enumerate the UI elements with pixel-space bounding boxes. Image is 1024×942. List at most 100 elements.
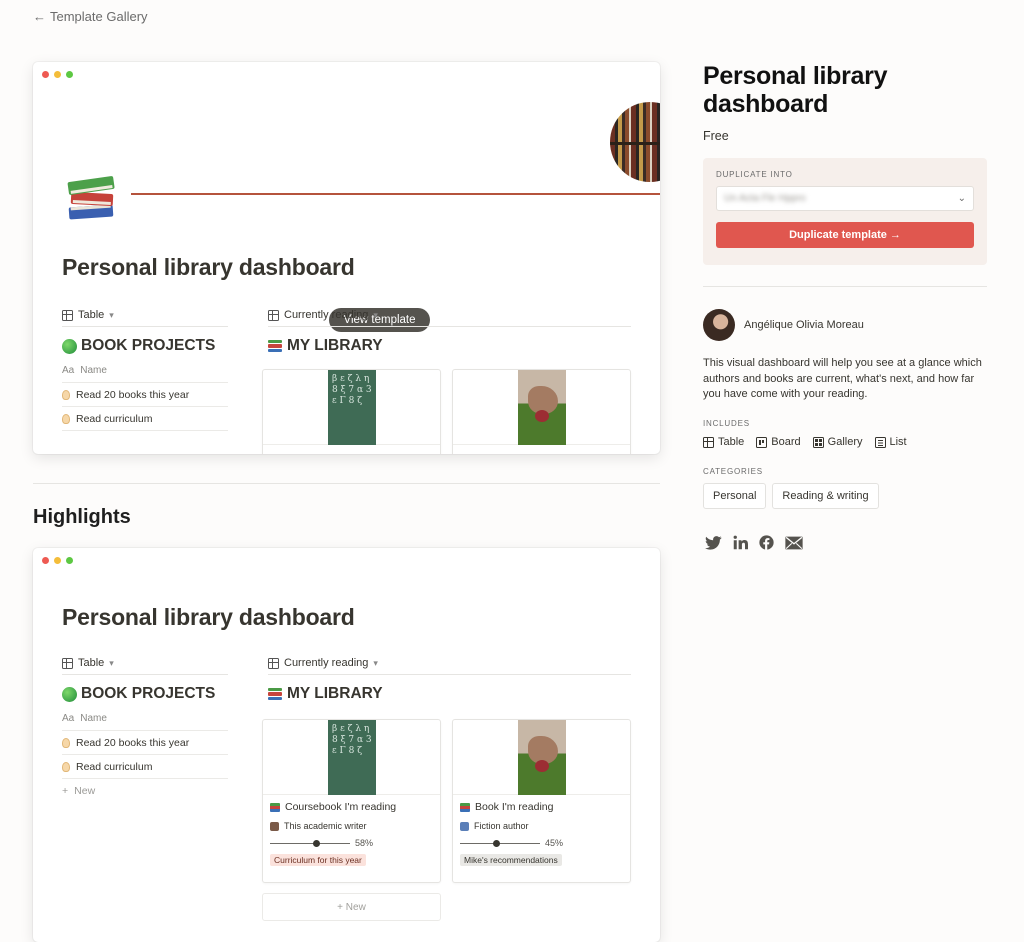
include-gallery: Gallery	[812, 436, 863, 448]
template-preview-window[interactable]: Personal library dashboard View template…	[33, 62, 660, 454]
workspace-select[interactable]: Un Acta Fle Hppro ⌄	[716, 186, 974, 211]
my-library-label: MY LIBRARY	[287, 685, 383, 702]
window-minimize-dot	[54, 557, 61, 564]
gallery-icon	[268, 309, 279, 321]
author-avatar	[270, 821, 279, 831]
gallery-card[interactable]: Book I'm reading Fiction author 45% Mike…	[452, 719, 631, 883]
panel-divider	[703, 286, 987, 287]
my-library-gallery: Currently reading ▾ MY LIBRARY	[268, 304, 631, 355]
card-cover: β ε ζ λ η 8 ξ 7 α 3 ε Γ 8 ζ	[263, 720, 440, 795]
progress-knob	[492, 839, 500, 847]
card-cover	[453, 370, 630, 445]
text-property-icon: Aa	[62, 365, 75, 376]
lightbulb-icon	[62, 761, 70, 772]
db-divider	[268, 674, 631, 675]
facebook-icon[interactable]	[759, 535, 774, 550]
category-personal[interactable]: Personal	[703, 483, 767, 509]
progress-label: 58%	[355, 838, 374, 848]
gallery-view-tab[interactable]: Currently reading ▾	[268, 304, 631, 326]
template-price: Free	[703, 129, 729, 143]
card-title-label: Coursebook I'm reading	[285, 801, 397, 813]
section-divider	[33, 483, 660, 484]
new-card-button[interactable]: + New	[262, 893, 441, 921]
window-controls	[42, 557, 73, 564]
lightbulb-icon	[62, 737, 70, 748]
linkedin-icon[interactable]	[733, 535, 748, 550]
table-row[interactable]: Read curriculum	[62, 407, 228, 431]
plus-icon: +	[62, 785, 69, 797]
include-board: Board	[756, 436, 801, 448]
lightbulb-icon	[62, 413, 70, 424]
table-view-tab[interactable]: Table ▾	[62, 652, 228, 674]
stacked-books-icon	[67, 176, 115, 220]
board-icon	[756, 436, 768, 448]
table-icon	[62, 657, 73, 669]
books-icon	[270, 802, 280, 812]
back-to-gallery-link[interactable]: ← Template Gallery	[33, 9, 148, 24]
dinosaur-image	[518, 370, 566, 445]
book-projects-title: BOOK PROJECTS	[62, 337, 228, 355]
gallery-card[interactable]: β ε ζ λ η 8 ξ 7 α 3 ε Γ 8 ζ	[262, 369, 441, 454]
name-header-label: Name	[80, 713, 107, 724]
table-header-name: Aa Name	[62, 359, 228, 383]
gallery-card[interactable]: β ε ζ λ η 8 ξ 7 α 3 ε Γ 8 ζ Coursebook I…	[262, 719, 441, 883]
row-label: Read curriculum	[76, 412, 153, 425]
gallery-view-label: Currently reading	[284, 309, 369, 321]
gallery-card[interactable]	[452, 369, 631, 454]
new-row-button[interactable]: + New	[62, 779, 228, 803]
twitter-icon[interactable]	[705, 535, 722, 550]
author-info[interactable]: Angélique Olivia Moreau	[703, 309, 864, 341]
books-icon	[268, 687, 283, 701]
card-author: Fiction author	[460, 821, 623, 831]
card-title: Book I'm reading	[460, 801, 623, 813]
email-icon[interactable]	[785, 536, 803, 550]
book-projects-label: BOOK PROJECTS	[81, 685, 216, 702]
db-divider	[268, 326, 631, 327]
duplicate-template-button[interactable]: Duplicate template →	[716, 222, 974, 248]
duplicate-panel: DUPLICATE INTO Un Acta Fle Hppro ⌄ Dupli…	[703, 158, 987, 265]
card-cover	[453, 720, 630, 795]
new-label: New	[345, 901, 366, 913]
category-reading-writing[interactable]: Reading & writing	[772, 483, 879, 509]
my-library-title: MY LIBRARY	[268, 337, 631, 355]
table-icon	[62, 309, 73, 321]
books-icon	[268, 339, 283, 353]
template-title: Personal library dashboard	[703, 62, 888, 118]
chevron-down-icon: ⌄	[957, 193, 966, 204]
chalkboard-image: β ε ζ λ η 8 ξ 7 α 3 ε Γ 8 ζ	[328, 720, 376, 795]
dinosaur-image	[518, 720, 566, 795]
book-projects-table: Table ▾ BOOK PROJECTS Aa Name Read 20 boo…	[62, 304, 228, 431]
author-avatar	[703, 309, 735, 341]
share-links	[705, 535, 803, 550]
list-icon	[874, 436, 886, 448]
author-name: Angélique Olivia Moreau	[744, 319, 864, 331]
include-label: List	[889, 436, 907, 448]
table-view-label: Table	[78, 309, 105, 321]
plus-icon: +	[337, 901, 346, 913]
duplicate-into-label: DUPLICATE INTO	[716, 170, 793, 179]
progress-label: 45%	[545, 838, 564, 848]
table-view-label: Table	[78, 657, 105, 669]
workspace-select-value: Un Acta Fle Hppro	[724, 193, 806, 204]
card-cover: β ε ζ λ η 8 ξ 7 α 3 ε Γ 8 ζ	[263, 370, 440, 445]
table-row[interactable]: Read curriculum	[62, 755, 228, 779]
table-icon	[703, 436, 714, 448]
book-projects-label: BOOK PROJECTS	[81, 337, 216, 354]
row-label: Read 20 books this year	[76, 736, 190, 749]
table-view-tab[interactable]: Table ▾	[62, 304, 228, 326]
db-divider	[62, 326, 228, 327]
window-maximize-dot	[66, 557, 73, 564]
chevron-down-icon: ▾	[109, 657, 114, 668]
card-title-label: Book I'm reading	[475, 801, 554, 813]
gallery-icon	[268, 657, 279, 669]
arrow-left-icon: ←	[33, 9, 46, 24]
table-row[interactable]: Read 20 books this year	[62, 383, 228, 407]
includes-label: INCLUDES	[703, 419, 750, 428]
table-row[interactable]: Read 20 books this year	[62, 731, 228, 755]
row-label: Read 20 books this year	[76, 388, 190, 401]
gallery-view-tab[interactable]: Currently reading ▾	[268, 652, 631, 674]
card-tag: Curriculum for this year	[270, 854, 366, 866]
row-label: Read curriculum	[76, 760, 153, 773]
books-icon	[460, 802, 470, 812]
window-controls	[42, 71, 73, 78]
